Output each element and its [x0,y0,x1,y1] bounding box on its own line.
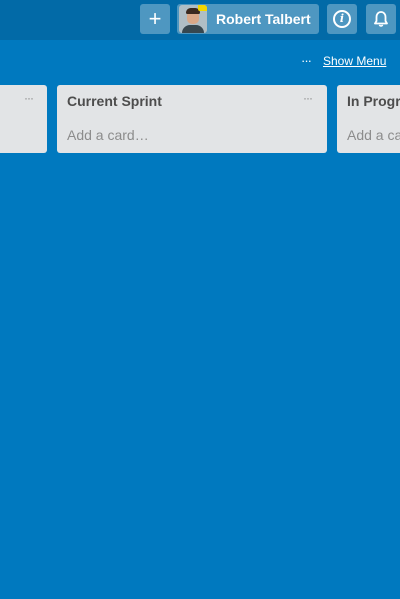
user-name: Robert Talbert [216,11,311,27]
plus-icon: + [148,6,162,31]
info-icon: i [333,10,351,28]
add-button[interactable]: + [140,4,170,34]
info-button[interactable]: i [327,4,357,34]
list-in-progress: In Progress Add a card… [337,85,400,153]
more-dots-icon[interactable]: ··· [301,50,312,72]
show-menu-link[interactable]: Show Menu [323,50,386,72]
list-title: Current Sprint [67,93,162,109]
list-menu-icon[interactable]: ··· [24,91,34,105]
list-title: In Progress [347,93,400,109]
notifications-button[interactable] [366,4,396,34]
list-menu-icon[interactable]: ··· [303,91,313,105]
list-partial-left: ··· [0,85,47,153]
top-header-bar: + Robert Talbert i [0,0,400,40]
bell-icon [374,11,388,27]
add-card-link[interactable]: Add a card… [67,127,149,143]
crown-badge-icon [198,5,207,11]
add-card-link[interactable]: Add a card… [347,127,400,143]
list-current-sprint: Current Sprint ··· Add a card… [57,85,327,153]
board-header: ··· Show Menu [0,50,400,74]
user-profile-button[interactable]: Robert Talbert [177,4,319,34]
avatar [179,5,207,33]
